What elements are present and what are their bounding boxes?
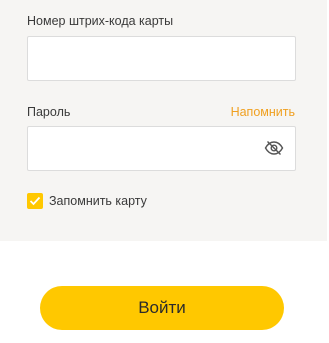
remind-password-link[interactable]: Напомнить [231,105,295,119]
eye-slash-icon[interactable] [264,140,284,156]
barcode-label: Номер штрих-кода карты [27,14,174,28]
password-label: Пароль [27,105,71,119]
login-form-panel: Номер штрих-кода карты Пароль Напомнить … [0,0,327,241]
check-icon [29,196,41,206]
login-button[interactable]: Войти [40,286,284,330]
password-input[interactable] [27,126,296,171]
barcode-input[interactable] [27,36,296,81]
remember-card-label[interactable]: Запомнить карту [49,194,147,208]
remember-card-checkbox[interactable] [27,193,43,209]
